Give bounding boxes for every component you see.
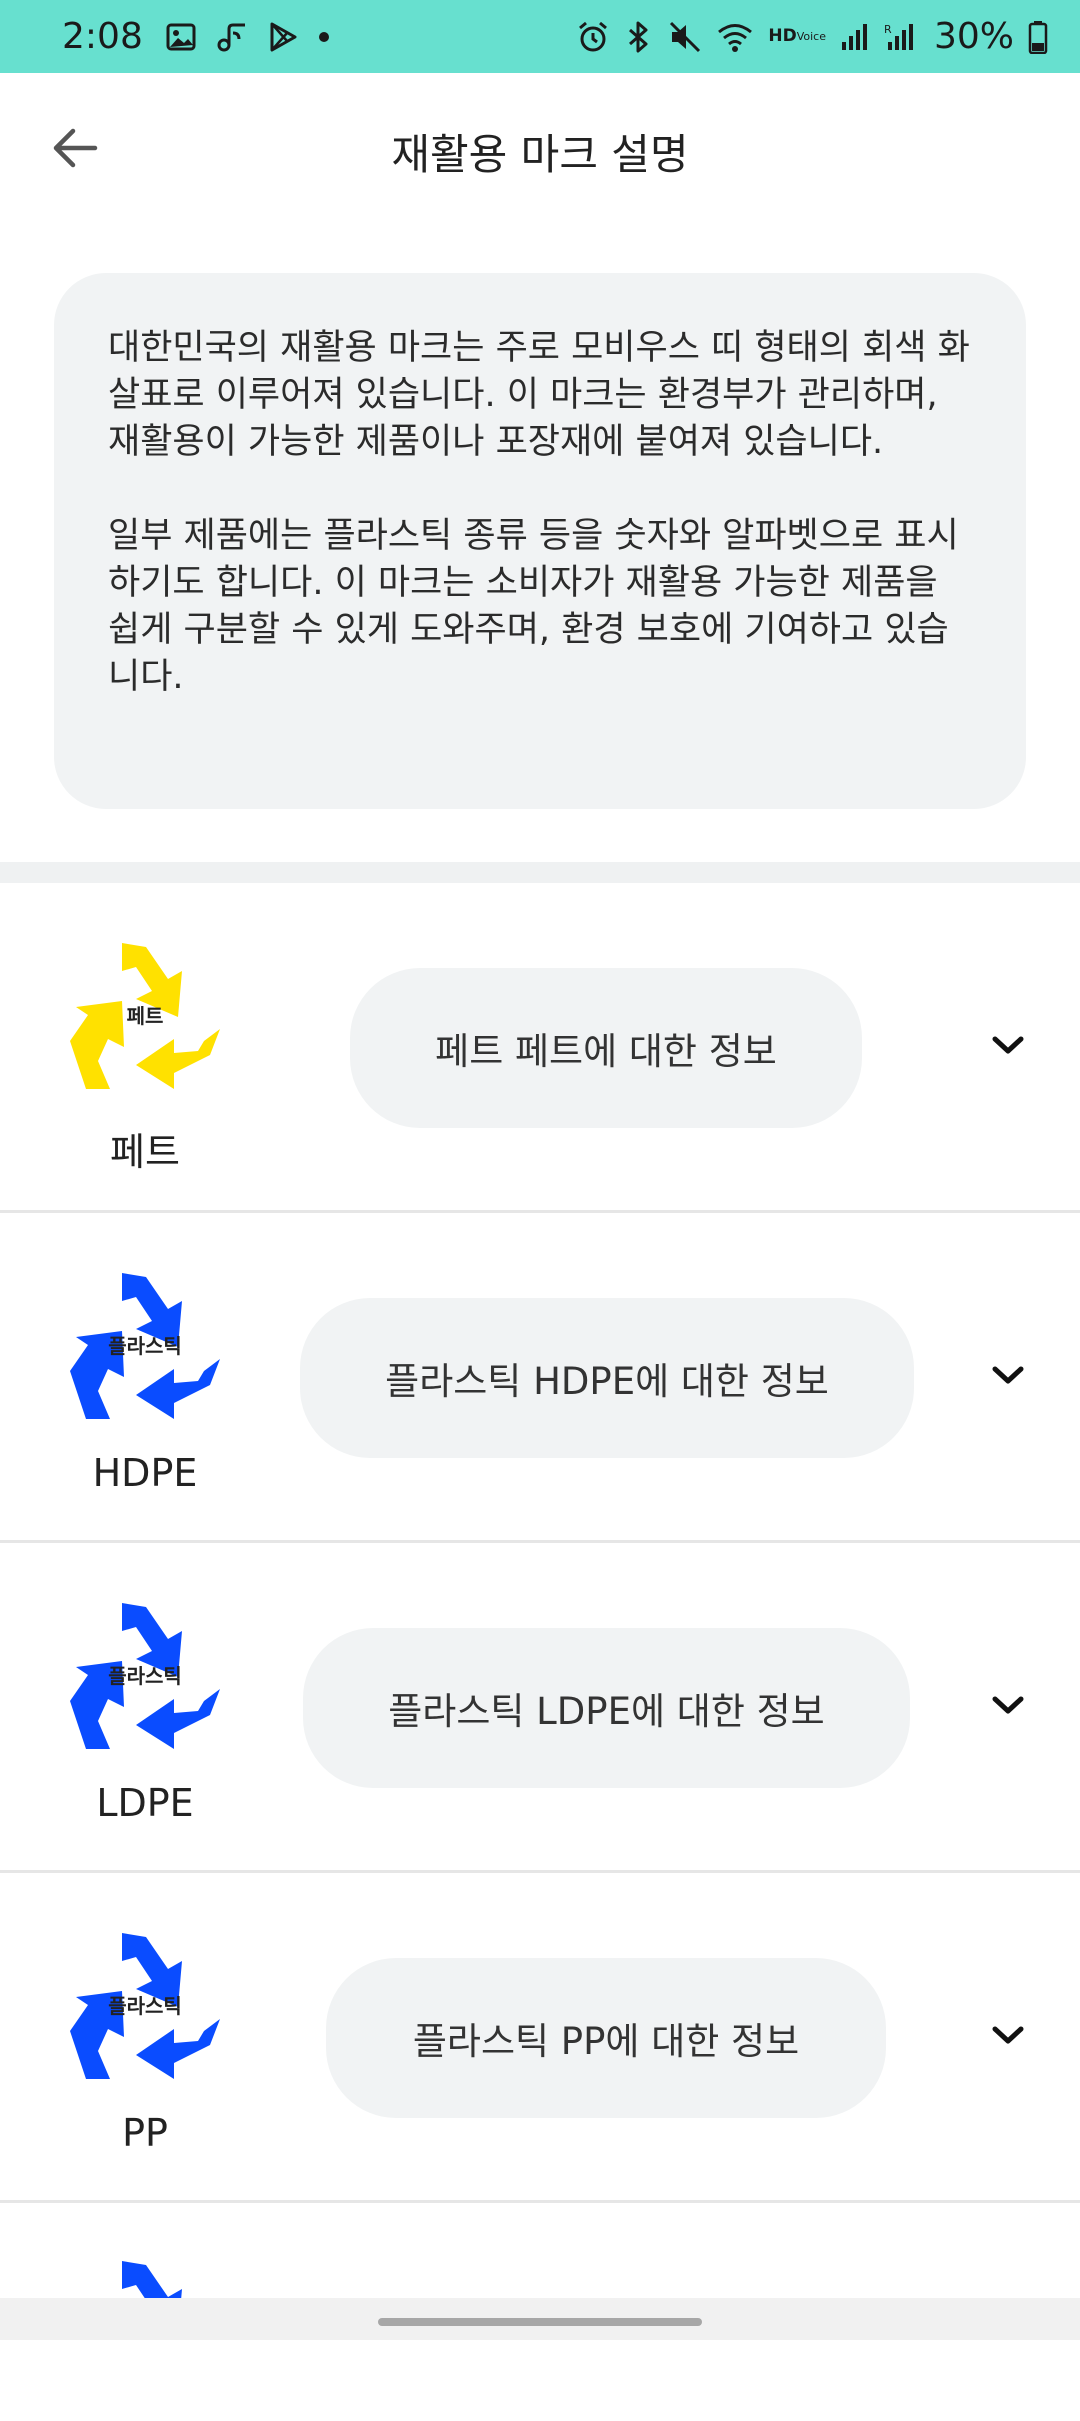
expand-button[interactable] [988,1025,1028,1065]
hd-voice-icon: HD Voice [768,26,826,46]
alarm-icon [576,20,610,54]
battery-percent: 30% [933,16,1014,57]
mark-text: 페트 [127,1004,164,1028]
expand-button[interactable] [988,2015,1028,2055]
mark-label: 페트 [110,1130,180,1174]
status-bar: 2:08 HD Voice R 30% [0,0,1080,73]
mark-text: 플라스틱 [108,1334,182,1358]
status-left-icons [165,21,331,53]
app-bar: 재활용 마크 설명 [0,73,1080,223]
page-title: 재활용 마크 설명 [391,130,689,179]
expand-button[interactable] [988,1355,1028,1395]
mark-label: PP [122,2111,168,2155]
list-item: 플라스틱 HDPE 플라스틱 HDPE에 대한 정보 [0,1213,1080,1543]
chevron-down-icon [992,1366,1024,1384]
signal-roaming-icon: R [884,22,916,52]
list-item: 플라스틱 PP 플라스틱 PP에 대한 정보 [0,1873,1080,2203]
status-right-icons: HD Voice R 30% [576,16,1048,57]
recycle-mark-icon: 플라스틱 [70,1273,220,1419]
chevron-down-icon [992,1696,1024,1714]
intro-paragraph: 대한민국의 재활용 마크는 주로 모비우스 띠 형태의 회색 화살표로 이루어져… [108,328,970,462]
list-item: 페트 페트 페트 페트에 대한 정보 [0,883,1080,1213]
info-button[interactable]: 플라스틱 PP에 대한 정보 [326,1958,886,2118]
list-item: 플라스틱 LDPE 플라스틱 LDPE에 대한 정보 [0,1543,1080,1873]
recycle-mark-icon: 플라스틱 [70,1603,220,1749]
intro-card: 대한민국의 재활용 마크는 주로 모비우스 띠 형태의 회색 화살표로 이루어져… [54,273,1026,809]
music-share-icon [215,21,249,53]
info-button[interactable]: 페트 페트에 대한 정보 [350,968,862,1128]
image-icon [165,21,197,53]
status-time: 2:08 [62,16,143,57]
chevron-down-icon [992,1036,1024,1054]
battery-icon [1028,20,1048,54]
expand-button[interactable] [988,1685,1028,1725]
recycle-mark-list: 페트 페트 페트 페트에 대한 정보 플라스틱 HDPE 플라스틱 HDPE에 … [0,883,1080,2335]
hd-label: HD [768,26,797,46]
wifi-icon [716,21,754,53]
intro-paragraph: 일부 제품에는 플라스틱 종류 등을 숫자와 알파벳으로 표시하기도 합니다. … [108,516,959,697]
mark-text: 플라스틱 [108,1994,182,2018]
chevron-down-icon [992,2026,1024,2044]
svg-text:R: R [884,23,892,36]
mark-text: 플라스틱 [108,1664,182,1688]
signal-icon [840,22,870,52]
gesture-handle[interactable] [378,2318,702,2326]
section-divider [0,862,1080,883]
mark-label: HDPE [92,1451,198,1495]
play-store-icon [267,21,299,53]
voice-label: Voice [796,30,826,43]
dot-icon [317,30,331,44]
bluetooth-icon [624,20,654,54]
recycle-mark-icon: 페트 [70,943,220,1089]
info-button[interactable]: 플라스틱 LDPE에 대한 정보 [303,1628,910,1788]
mute-icon [668,20,702,54]
mark-label: LDPE [96,1781,194,1825]
info-button[interactable]: 플라스틱 HDPE에 대한 정보 [300,1298,914,1458]
recycle-mark-icon: 플라스틱 [70,1933,220,2079]
